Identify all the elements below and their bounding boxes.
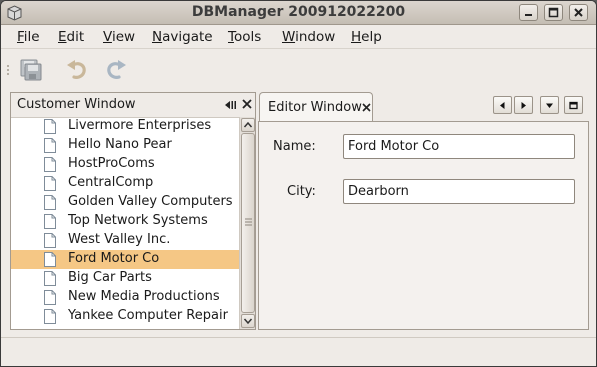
tree-item-label: HostProComs	[68, 156, 155, 171]
tree-item-label: New Media Productions	[68, 289, 220, 304]
maximize-panel-button[interactable]	[564, 96, 583, 114]
tree-item[interactable]: Livermore Enterprises	[11, 118, 239, 136]
scroll-thumb[interactable]	[241, 133, 255, 313]
document-icon	[44, 252, 56, 267]
triangle-down-icon	[546, 103, 553, 108]
undo-button[interactable]	[64, 57, 90, 83]
tree-item[interactable]: Yankee Computer Repair	[11, 307, 239, 326]
maximize-icon	[548, 7, 559, 18]
document-icon	[44, 290, 56, 305]
redo-button[interactable]	[103, 57, 129, 83]
triangle-left-icon	[500, 102, 505, 109]
tree-item[interactable]: Top Network Systems	[11, 212, 239, 231]
city-field[interactable]	[343, 179, 575, 204]
triangle-right-icon	[521, 102, 526, 109]
document-icon	[44, 138, 56, 153]
tree-scrollbar[interactable]	[239, 117, 255, 329]
redo-icon	[107, 60, 126, 79]
tree-item[interactable]: Golden Valley Computers	[11, 193, 239, 212]
save-icon	[20, 59, 42, 81]
status-bar	[1, 337, 596, 366]
close-tab-icon[interactable]	[362, 103, 371, 112]
tree-item-label: Top Network Systems	[68, 213, 208, 228]
name-label: Name:	[273, 139, 316, 154]
arrow-down-icon	[243, 318, 253, 325]
arrow-up-icon	[243, 121, 253, 128]
document-icon	[44, 157, 56, 172]
document-icon	[44, 176, 56, 191]
tab-editor-window-label: Editor Window	[268, 100, 362, 115]
scroll-up-button[interactable]	[241, 118, 255, 132]
app-window: DBManager 200912022200 File Edit View Na…	[0, 0, 597, 367]
customer-tree: Livermore Enterprises Hello Nano Pear Host…	[11, 117, 239, 329]
document-icon	[44, 119, 56, 134]
window-title: DBManager 200912022200	[191, 4, 406, 20]
tree-item[interactable]: HostProComs	[11, 155, 239, 174]
name-field[interactable]	[343, 134, 575, 159]
document-icon	[44, 214, 56, 229]
menu-navigate[interactable]: Navigate	[152, 29, 213, 45]
menu-bar: File Edit View Navigate Tools Window Hel…	[1, 25, 596, 49]
minimize-panel-icon[interactable]	[225, 100, 237, 110]
minimize-button[interactable]	[519, 4, 538, 21]
undo-icon	[67, 60, 86, 79]
tree-item-label: Yankee Computer Repair	[68, 308, 228, 323]
document-icon	[44, 195, 56, 210]
toolbar-grip[interactable]	[7, 65, 9, 77]
tree-item-label: West Valley Inc.	[68, 232, 171, 247]
customer-window-header: Customer Window	[11, 93, 255, 116]
scroll-tabs-right-button[interactable]	[514, 96, 533, 114]
tree-item[interactable]: Hello Nano Pear	[11, 136, 239, 155]
tree-item-label: CentralComp	[68, 175, 154, 190]
close-window-button[interactable]	[569, 4, 588, 21]
customer-window-title: Customer Window	[17, 97, 136, 112]
tree-item-label: Ford Motor Co	[68, 251, 160, 266]
tree-item-label: Livermore Enterprises	[68, 118, 212, 133]
save-button[interactable]	[18, 57, 44, 83]
menu-edit[interactable]: Edit	[58, 29, 84, 45]
close-icon	[574, 8, 583, 17]
menu-window[interactable]: Window	[282, 29, 335, 45]
menu-view[interactable]: View	[103, 29, 135, 45]
customer-window-panel: Customer Window Livermore Enterprises Hel…	[10, 92, 256, 330]
menu-file[interactable]: File	[17, 29, 40, 45]
title-bar[interactable]: DBManager 200912022200	[1, 1, 596, 25]
tree-item-label: Hello Nano Pear	[68, 137, 172, 152]
grip-icon	[245, 218, 252, 226]
tree-item[interactable]: CentralComp	[11, 174, 239, 193]
close-panel-icon[interactable]	[242, 99, 252, 109]
tree-item[interactable]: West Valley Inc.	[11, 231, 239, 250]
maximize-panel-icon	[569, 101, 578, 110]
tree-item[interactable]: Ford Motor Co	[11, 250, 239, 269]
city-label: City:	[287, 184, 316, 199]
tree-item-label: Golden Valley Computers	[68, 194, 233, 209]
menu-tools[interactable]: Tools	[228, 29, 261, 45]
document-icon	[44, 233, 56, 248]
tab-editor-window[interactable]: Editor Window	[259, 92, 373, 122]
scroll-down-button[interactable]	[241, 314, 255, 328]
scroll-tabs-left-button[interactable]	[493, 96, 512, 114]
maximize-button[interactable]	[544, 4, 563, 21]
minimize-icon	[525, 14, 532, 16]
tab-list-button[interactable]	[540, 96, 559, 114]
document-icon	[44, 271, 56, 286]
tree-item-label: Big Car Parts	[68, 270, 152, 285]
document-icon	[44, 309, 56, 324]
menu-help[interactable]: Help	[351, 29, 382, 45]
tree-item[interactable]: New Media Productions	[11, 288, 239, 307]
editor-form: Name: City:	[258, 121, 589, 330]
editor-window-panel: Editor Window Name: City:	[258, 92, 589, 330]
tree-item[interactable]: Big Car Parts	[11, 269, 239, 288]
